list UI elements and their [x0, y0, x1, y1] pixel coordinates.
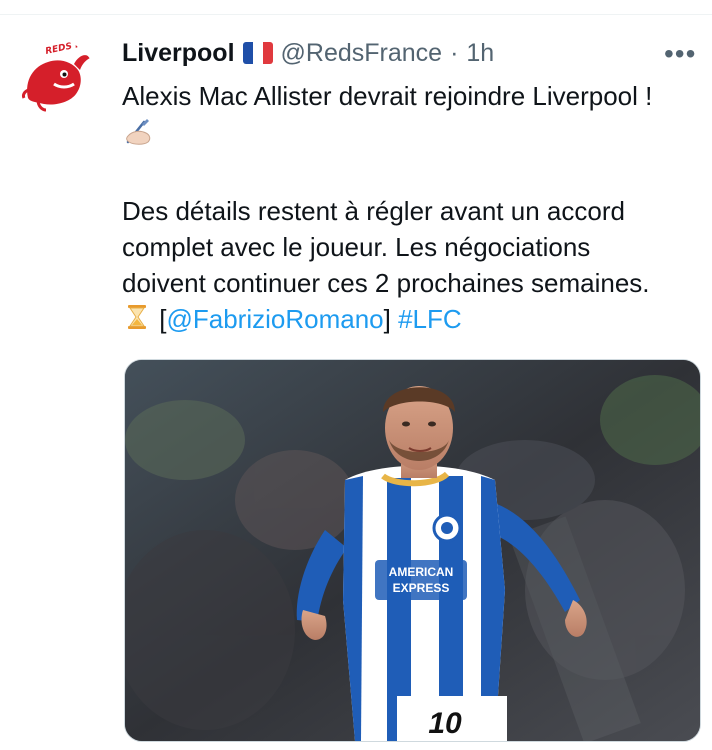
- tweet-header: Liverpool @RedsFrance · 1h: [122, 36, 494, 70]
- tweet-line-2: Des détails restent à régler avant un ac…: [122, 196, 625, 226]
- hashtag-link[interactable]: #LFC: [398, 304, 462, 334]
- france-flag-icon: [242, 42, 273, 64]
- tweet-time[interactable]: 1h: [466, 39, 494, 68]
- tweet-line-4: doivent continuer ces 2 prochaines semai…: [122, 268, 650, 298]
- sponsor-text-1: AMERICAN: [389, 565, 454, 579]
- tweet-line-1: Alexis Mac Allister devrait rejoindre Li…: [122, 81, 653, 111]
- hourglass-icon: [122, 302, 152, 341]
- bracket-close: ]: [383, 304, 391, 334]
- mention-link[interactable]: @FabrizioRomano: [166, 304, 383, 334]
- tweet-text: Alexis Mac Allister devrait rejoindre Li…: [122, 78, 707, 341]
- writing-hand-icon: [122, 114, 156, 157]
- separator-dot: ·: [450, 38, 459, 67]
- tweet-line-emoji: [122, 114, 707, 157]
- avatar[interactable]: REDS FRANCE: [16, 40, 96, 120]
- author-handle[interactable]: @RedsFrance: [281, 39, 443, 68]
- tweet-line-5: [@FabrizioRomano] #LFC: [122, 301, 707, 341]
- more-icon[interactable]: •••: [664, 40, 700, 68]
- top-divider: [0, 0, 712, 15]
- shirt-number: 10: [428, 707, 462, 740]
- sponsor-text-2: EXPRESS: [393, 581, 450, 595]
- tweet-photo[interactable]: AMERICAN EXPRESS 10: [124, 359, 701, 742]
- author-name[interactable]: Liverpool: [122, 39, 235, 68]
- tweet-line-3: complet avec le joueur. Les négociations: [122, 232, 591, 262]
